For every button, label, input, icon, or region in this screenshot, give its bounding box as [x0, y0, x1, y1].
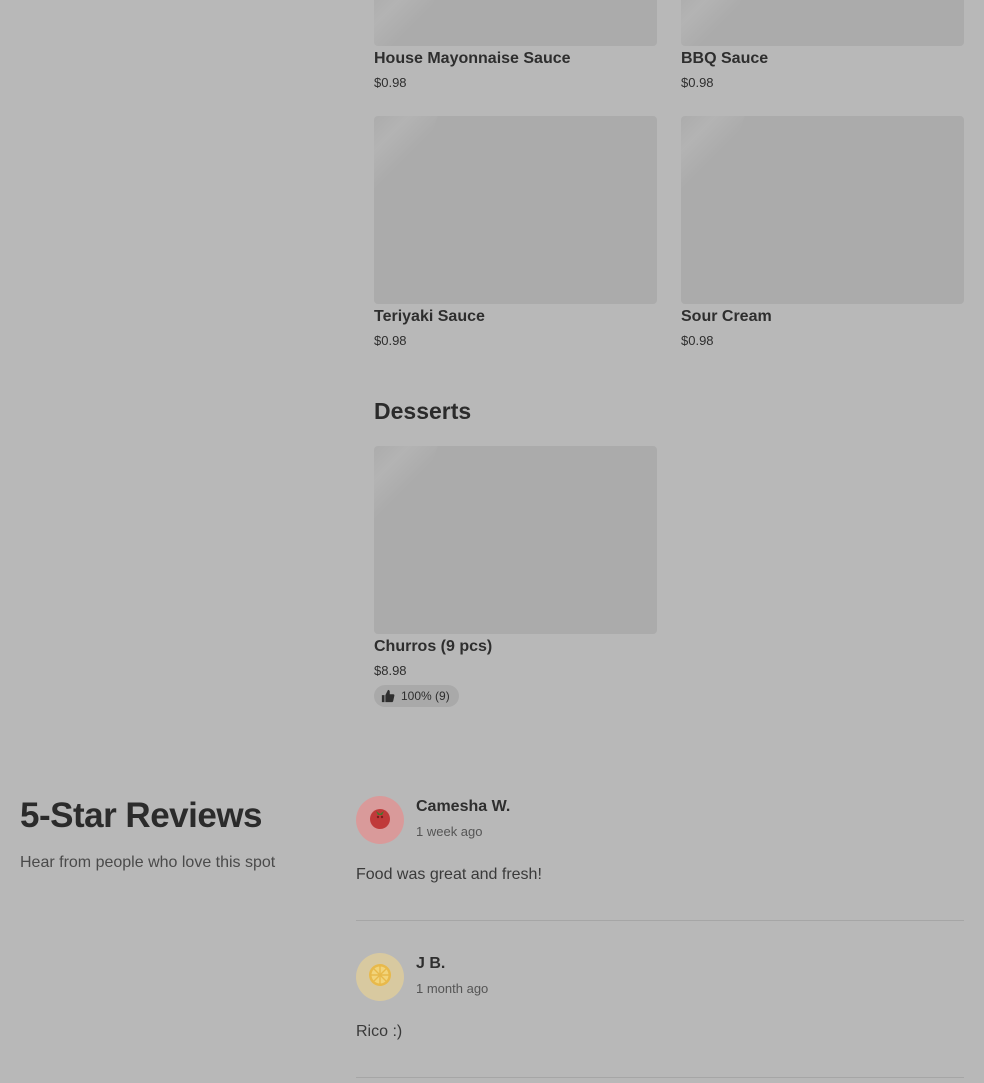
section-title-desserts: Desserts — [374, 398, 472, 424]
item-price: $0.98 — [681, 75, 714, 90]
reviewer-name: Camesha W. — [416, 798, 511, 815]
rating-badge: 100% (9) — [374, 685, 459, 707]
item-price: $0.98 — [374, 333, 407, 348]
tomato-icon — [367, 805, 393, 836]
item-price: $0.98 — [374, 75, 407, 90]
review-text: Food was great and fresh! — [356, 866, 542, 883]
item-name[interactable]: House Mayonnaise Sauce — [374, 50, 571, 68]
item-name[interactable]: BBQ Sauce — [681, 50, 768, 68]
item-name[interactable]: Churros (9 pcs) — [374, 638, 492, 656]
review-time: 1 month ago — [416, 981, 489, 996]
item-image-sour-cream[interactable] — [681, 116, 964, 304]
review-divider — [356, 1077, 964, 1078]
reviewer-name: J B. — [416, 955, 446, 972]
review-time: 1 week ago — [416, 824, 483, 839]
item-image-churros[interactable] — [374, 446, 657, 634]
item-price: $8.98 — [374, 663, 407, 678]
reviews-subtitle: Hear from people who love this spot — [20, 854, 276, 871]
reviewer-avatar — [356, 796, 404, 844]
review-divider — [356, 920, 964, 921]
lemon-slice-icon — [367, 962, 393, 993]
item-name[interactable]: Sour Cream — [681, 308, 772, 326]
review-text: Rico :) — [356, 1023, 403, 1040]
item-image-house-mayonnaise[interactable] — [374, 0, 657, 46]
item-image-teriyaki-sauce[interactable] — [374, 116, 657, 304]
item-image-bbq-sauce[interactable] — [681, 0, 964, 46]
thumbs-up-icon — [381, 689, 395, 703]
rating-text: 100% (9) — [401, 689, 450, 703]
reviewer-avatar — [356, 953, 404, 1001]
reviews-title: 5-Star Reviews — [20, 796, 263, 835]
item-name[interactable]: Teriyaki Sauce — [374, 308, 485, 326]
item-price: $0.98 — [681, 333, 714, 348]
